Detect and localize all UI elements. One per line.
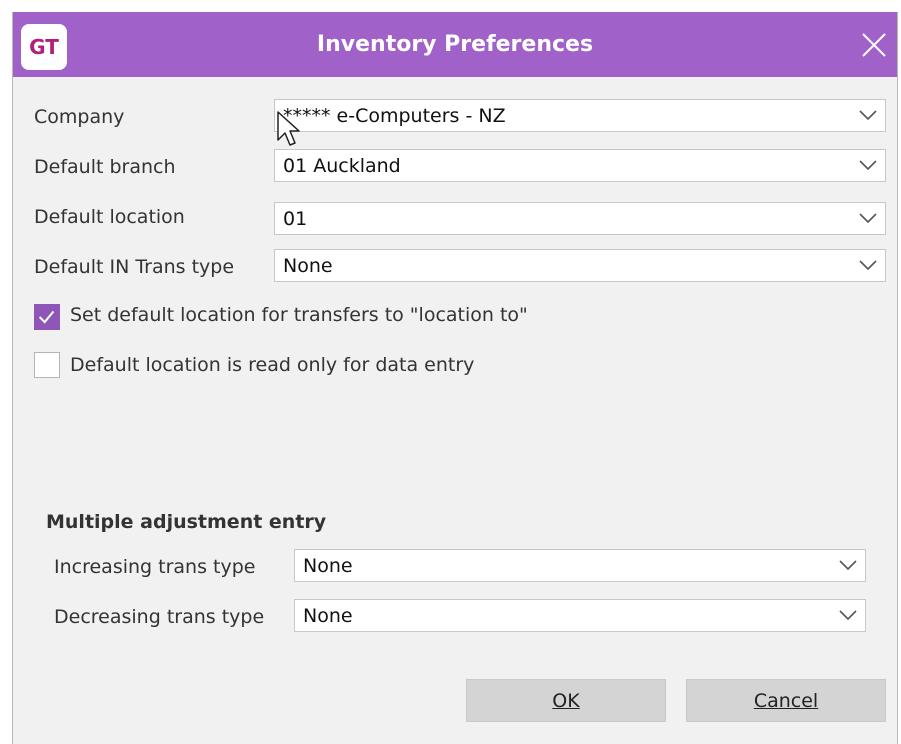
set-default-location-checkbox[interactable] <box>34 304 60 330</box>
company-value: ***** e-Computers - NZ <box>283 105 506 127</box>
location-read-only-label[interactable]: Default location is read only for data e… <box>70 354 474 376</box>
close-icon[interactable] <box>859 30 889 60</box>
chevron-down-icon <box>839 610 857 621</box>
default-location-value: 01 <box>283 208 308 230</box>
chevron-down-icon <box>859 260 877 271</box>
ok-button-label: OK <box>552 689 580 712</box>
set-default-location-label[interactable]: Set default location for transfers to "l… <box>70 304 528 326</box>
company-dropdown[interactable]: ***** e-Computers - NZ <box>274 99 886 132</box>
chevron-down-icon <box>859 160 877 171</box>
increasing-trans-type-dropdown[interactable]: None <box>294 549 866 582</box>
location-read-only-checkbox[interactable] <box>34 352 60 378</box>
chevron-down-icon <box>859 213 877 224</box>
default-branch-label: Default branch <box>34 156 176 178</box>
default-location-dropdown[interactable]: 01 <box>274 202 886 235</box>
default-branch-value: 01 Auckland <box>283 155 401 177</box>
decreasing-trans-type-label: Decreasing trans type <box>54 606 265 628</box>
cancel-button-label: Cancel <box>753 689 819 712</box>
chevron-down-icon <box>859 110 877 121</box>
inventory-preferences-dialog: GT Inventory Preferences Company ***** e… <box>12 12 898 744</box>
default-location-label: Default location <box>34 206 185 228</box>
default-in-trans-type-label: Default IN Trans type <box>34 256 235 278</box>
default-in-trans-type-value: None <box>283 255 333 277</box>
default-in-trans-type-dropdown[interactable]: None <box>274 249 886 282</box>
decreasing-trans-type-value: None <box>303 605 353 627</box>
multiple-adjustment-title: Multiple adjustment entry <box>46 511 327 533</box>
window-title: Inventory Preferences <box>316 32 594 57</box>
ok-button[interactable]: OK <box>466 679 666 722</box>
title-bar[interactable]: GT Inventory Preferences <box>13 12 897 77</box>
cancel-button[interactable]: Cancel <box>686 679 886 722</box>
decreasing-trans-type-dropdown[interactable]: None <box>294 599 866 632</box>
chevron-down-icon <box>839 560 857 571</box>
increasing-trans-type-value: None <box>303 555 353 577</box>
checkmark-icon <box>38 310 55 324</box>
default-branch-dropdown[interactable]: 01 Auckland <box>274 149 886 182</box>
increasing-trans-type-label: Increasing trans type <box>54 556 256 578</box>
company-label: Company <box>34 106 125 128</box>
